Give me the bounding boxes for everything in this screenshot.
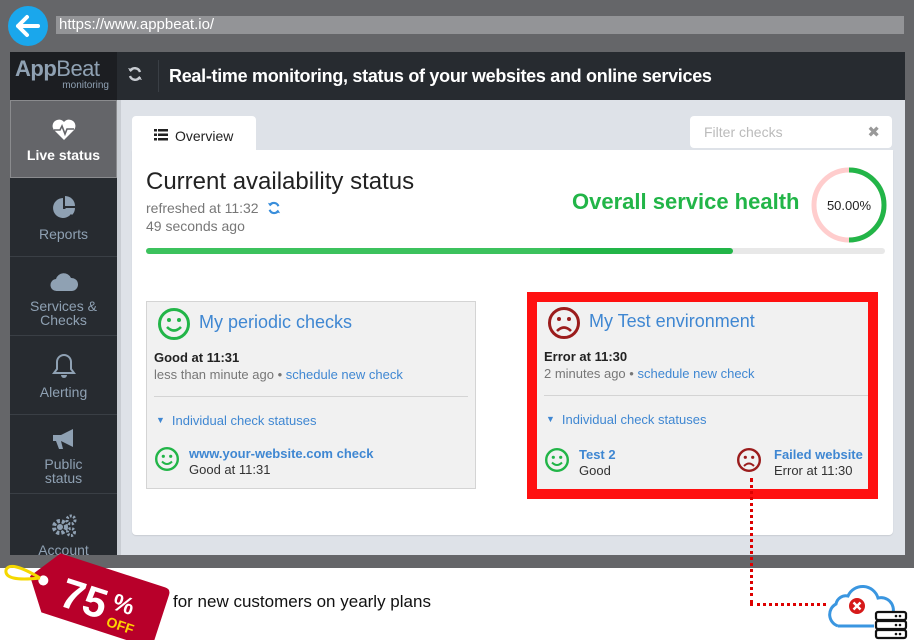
list-icon: [154, 128, 168, 144]
group-subline: less than minute ago • schedule new chec…: [154, 367, 403, 382]
sidebar-item-label: Reports: [38, 225, 89, 242]
heartbeat-icon: [51, 116, 77, 142]
filter-checks-input[interactable]: [690, 116, 860, 148]
sidebar-item-alerting[interactable]: Alerting: [10, 337, 117, 415]
group-title[interactable]: My periodic checks: [199, 312, 352, 333]
individual-statuses-toggle[interactable]: ▼ Individual check statuses: [156, 413, 316, 428]
availability-heading: Current availability status: [146, 168, 415, 195]
sidebar-item-label: Public: [44, 455, 83, 472]
sidebar-item-label: status: [44, 469, 83, 486]
smiley-icon: [157, 307, 191, 346]
group-ago: less than minute ago: [154, 367, 274, 382]
connector-line: [750, 603, 826, 606]
connector-line: [750, 478, 753, 604]
close-icon[interactable]: ✖: [867, 123, 880, 141]
logo-bold: App: [15, 56, 57, 81]
highlight-box: [527, 292, 878, 499]
group-divider: [154, 396, 468, 397]
logo-light: Beat: [56, 56, 100, 81]
discount-tag: 75 % OFF: [4, 553, 170, 640]
logo[interactable]: AppBeat monitoring: [10, 52, 117, 100]
schedule-new-check-link[interactable]: schedule new check: [286, 367, 403, 382]
group-status: Good at 11:31: [154, 350, 240, 365]
server-unit: [874, 610, 908, 622]
filter-checks-field[interactable]: ✖: [690, 116, 892, 148]
topbar-divider: [158, 60, 159, 92]
check-status: Good at 11:31: [189, 462, 271, 477]
page-title: Real-time monitoring, status of your web…: [169, 66, 712, 86]
sidebar-item-label: Alerting: [39, 383, 88, 400]
sidebar: Live status Reports Services & Checks Al…: [10, 100, 117, 557]
gears-icon: [50, 511, 78, 537]
health-percent: 50.00%: [826, 197, 872, 213]
toggle-label: Individual check statuses: [171, 413, 317, 428]
overall-health-label: Overall service health: [572, 189, 800, 214]
promo-text: for new customers on yearly plans: [173, 592, 431, 611]
check-group-periodic: My periodic checks Good at 11:31 less th…: [146, 301, 476, 489]
refreshed-text: refreshed at 11:32: [146, 200, 259, 216]
sidebar-item-label: Services &: [30, 297, 97, 314]
refreshed-ago: 49 seconds ago: [146, 218, 245, 234]
sidebar-edge: [117, 100, 121, 555]
refresh-icon[interactable]: [267, 200, 281, 216]
progress-segment: [559, 248, 734, 254]
smiley-icon: [154, 446, 180, 475]
progress-segment: [146, 248, 560, 254]
refreshed-time: refreshed at 11:32: [146, 200, 281, 216]
bell-icon: [51, 353, 76, 379]
sidebar-item-label: Live status: [26, 147, 101, 163]
cloud-icon: [50, 267, 78, 293]
refresh-icon: [128, 67, 142, 81]
arrow-left-icon: [16, 15, 40, 37]
caret-down-icon: ▼: [156, 415, 165, 425]
server-unit: [874, 628, 908, 640]
address-bar[interactable]: https://www.appbeat.io/: [56, 16, 904, 34]
sidebar-item-live-status[interactable]: Live status: [10, 100, 117, 178]
check-name[interactable]: www.your-website.com check: [189, 446, 373, 461]
sidebar-item-public-status[interactable]: Public status: [10, 416, 117, 494]
health-progress-bar: [146, 248, 885, 254]
bullet: •: [277, 367, 283, 382]
refresh-button[interactable]: [127, 66, 143, 86]
tab-label: Overview: [175, 128, 234, 144]
logo-subtitle: monitoring: [62, 80, 109, 91]
back-button[interactable]: [8, 6, 48, 46]
pie-chart-icon: [51, 195, 77, 221]
megaphone-icon: [51, 425, 77, 451]
top-bar: AppBeat monitoring Real-time monitoring,…: [10, 52, 905, 100]
cloud-error-server-icon: [828, 585, 908, 640]
server-unit: [874, 619, 908, 631]
sidebar-item-label: Checks: [40, 311, 87, 328]
sidebar-item-reports[interactable]: Reports: [10, 179, 117, 257]
sidebar-item-services-checks[interactable]: Services & Checks: [10, 258, 117, 336]
